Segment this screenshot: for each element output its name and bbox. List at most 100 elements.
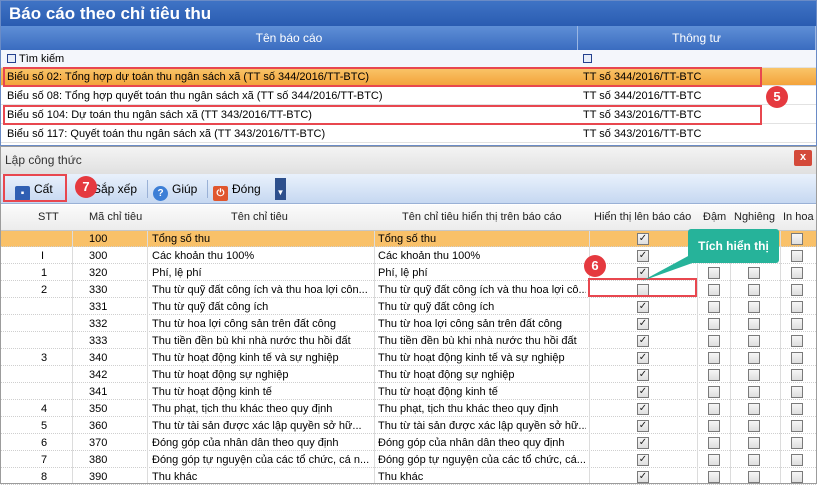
- table-row[interactable]: 7 380 Đóng góp tự nguyện của các tổ chức, …: [1, 452, 816, 468]
- col-code[interactable]: Mã chỉ tiêu: [89, 211, 142, 223]
- display-name-cell: Thu từ hoa lợi công sản trên đất công: [378, 318, 562, 330]
- name-cell: Thu từ hoạt động kinh tế: [152, 386, 272, 398]
- col-circular[interactable]: Thông tư: [578, 26, 816, 50]
- bold-checkbox[interactable]: [708, 284, 720, 296]
- print-checkbox[interactable]: [791, 250, 803, 262]
- name-cell: Đóng góp tự nguyện của các tổ chức, cá n…: [152, 454, 370, 466]
- show-checkbox[interactable]: ✓: [637, 437, 649, 449]
- print-checkbox[interactable]: [791, 403, 803, 415]
- print-checkbox[interactable]: [791, 335, 803, 347]
- italic-checkbox[interactable]: [748, 420, 760, 432]
- table-row[interactable]: 331 Thu từ quỹ đất công ích Thu từ quỹ đất…: [1, 299, 816, 315]
- table-row[interactable]: 333 Thu tiền đền bù khi nhà nước thu hồi …: [1, 333, 816, 349]
- report-row[interactable]: Biểu số 08: Tổng hợp quyết toán thu ngân…: [1, 87, 816, 105]
- bold-checkbox[interactable]: [708, 369, 720, 381]
- bold-checkbox[interactable]: [708, 437, 720, 449]
- bold-checkbox[interactable]: [708, 301, 720, 313]
- bold-checkbox[interactable]: [708, 403, 720, 415]
- print-checkbox[interactable]: [791, 301, 803, 313]
- table-row[interactable]: 5 360 Thu từ tài sản được xác lập quyền sở…: [1, 418, 816, 434]
- show-checkbox[interactable]: ✓: [637, 471, 649, 483]
- display-name-cell: Phí, lệ phí: [378, 267, 428, 279]
- show-checkbox[interactable]: ✓: [637, 233, 649, 245]
- italic-checkbox[interactable]: [748, 335, 760, 347]
- grid-divider: [147, 231, 148, 483]
- print-checkbox[interactable]: [791, 369, 803, 381]
- italic-checkbox[interactable]: [748, 318, 760, 330]
- bold-checkbox[interactable]: [708, 318, 720, 330]
- show-checkbox[interactable]: ✓: [637, 335, 649, 347]
- table-row[interactable]: 3 340 Thu từ hoạt động kinh tế và sự nghiệ…: [1, 350, 816, 366]
- print-checkbox[interactable]: [791, 284, 803, 296]
- show-checkbox[interactable]: ✓: [637, 352, 649, 364]
- close-button[interactable]: ⏻ Đóng: [213, 179, 261, 201]
- italic-checkbox[interactable]: [748, 386, 760, 398]
- col-name[interactable]: Tên chỉ tiêu: [231, 211, 288, 223]
- bold-checkbox[interactable]: [708, 335, 720, 347]
- help-button[interactable]: ? Giúp: [153, 179, 197, 201]
- show-checkbox[interactable]: ✓: [637, 403, 649, 415]
- italic-checkbox[interactable]: [748, 369, 760, 381]
- stt-cell: 4: [41, 403, 48, 415]
- close-window-icon[interactable]: x: [794, 150, 812, 166]
- italic-checkbox[interactable]: [748, 471, 760, 483]
- show-checkbox[interactable]: ✓: [637, 386, 649, 398]
- bold-checkbox[interactable]: [708, 386, 720, 398]
- display-name-cell: Thu từ hoạt động kinh tế và sự nghiệp: [378, 352, 565, 364]
- search-filter-icon[interactable]: [7, 54, 16, 63]
- search-row[interactable]: Tìm kiếm: [1, 50, 816, 68]
- show-checkbox[interactable]: ✓: [637, 318, 649, 330]
- bold-checkbox[interactable]: [708, 454, 720, 466]
- table-row[interactable]: 6 370 Đóng góp của nhân dân theo quy định Đ…: [1, 435, 816, 451]
- print-checkbox[interactable]: [791, 386, 803, 398]
- show-checkbox[interactable]: ✓: [637, 301, 649, 313]
- display-name-cell: Thu từ quỹ đất công ích: [378, 301, 495, 313]
- italic-checkbox[interactable]: [748, 403, 760, 415]
- table-row[interactable]: 341 Thu từ hoạt động kinh tế Thu từ hoạt đ…: [1, 384, 816, 400]
- name-cell: Thu khác: [152, 471, 198, 483]
- col-stt[interactable]: STT: [38, 211, 59, 223]
- formula-window-title: Lập công thức: [1, 147, 816, 174]
- italic-checkbox[interactable]: [748, 437, 760, 449]
- table-row[interactable]: 342 Thu từ hoạt động sự nghiệp Thu từ hoạt…: [1, 367, 816, 383]
- italic-checkbox[interactable]: [748, 301, 760, 313]
- italic-checkbox[interactable]: [748, 454, 760, 466]
- col-italic[interactable]: Nghiêng: [734, 211, 775, 223]
- step-badge-6: 6: [584, 255, 606, 277]
- bold-checkbox[interactable]: [708, 420, 720, 432]
- grid-header: STT Mã chỉ tiêu Tên chỉ tiêu Tên chỉ tiê…: [1, 205, 816, 231]
- bold-checkbox[interactable]: [708, 471, 720, 483]
- code-cell: 350: [89, 403, 108, 415]
- print-checkbox[interactable]: [791, 471, 803, 483]
- bold-checkbox[interactable]: [708, 352, 720, 364]
- col-report-name[interactable]: Tên báo cáo: [1, 26, 578, 50]
- italic-checkbox[interactable]: [748, 352, 760, 364]
- show-checkbox[interactable]: ✓: [637, 369, 649, 381]
- grid-divider: [72, 231, 73, 483]
- toolbar-overflow-icon[interactable]: ▼: [275, 178, 286, 200]
- show-checkbox[interactable]: ✓: [637, 454, 649, 466]
- print-checkbox[interactable]: [791, 318, 803, 330]
- bold-checkbox[interactable]: [708, 267, 720, 279]
- code-cell: 370: [89, 437, 108, 449]
- print-checkbox[interactable]: [791, 420, 803, 432]
- report-row[interactable]: Biểu số 117: Quyết toán thu ngân sách xã…: [1, 125, 816, 143]
- print-checkbox[interactable]: [791, 352, 803, 364]
- print-checkbox[interactable]: [791, 233, 803, 245]
- col-bold[interactable]: Đậm: [703, 211, 726, 223]
- italic-checkbox[interactable]: [748, 267, 760, 279]
- italic-checkbox[interactable]: [748, 284, 760, 296]
- print-checkbox[interactable]: [791, 267, 803, 279]
- col-print[interactable]: In hoa: [783, 211, 814, 223]
- print-checkbox[interactable]: [791, 437, 803, 449]
- table-row[interactable]: 8 390 Thu khác Thu khác ✓: [1, 469, 816, 485]
- col-show[interactable]: Hiển thị lên báo cáo: [594, 211, 691, 223]
- col-display-name[interactable]: Tên chỉ tiêu hiển thị trên báo cáo: [402, 211, 562, 223]
- table-row[interactable]: 332 Thu từ hoa lợi công sản trên đất công…: [1, 316, 816, 332]
- sort-button[interactable]: Sắp xếp: [93, 179, 137, 200]
- print-checkbox[interactable]: [791, 454, 803, 466]
- circular-filter-icon[interactable]: [583, 54, 592, 63]
- table-row[interactable]: 4 350 Thu phạt, tịch thu khác theo quy địn…: [1, 401, 816, 417]
- display-name-cell: Thu khác: [378, 471, 424, 483]
- show-checkbox[interactable]: ✓: [637, 420, 649, 432]
